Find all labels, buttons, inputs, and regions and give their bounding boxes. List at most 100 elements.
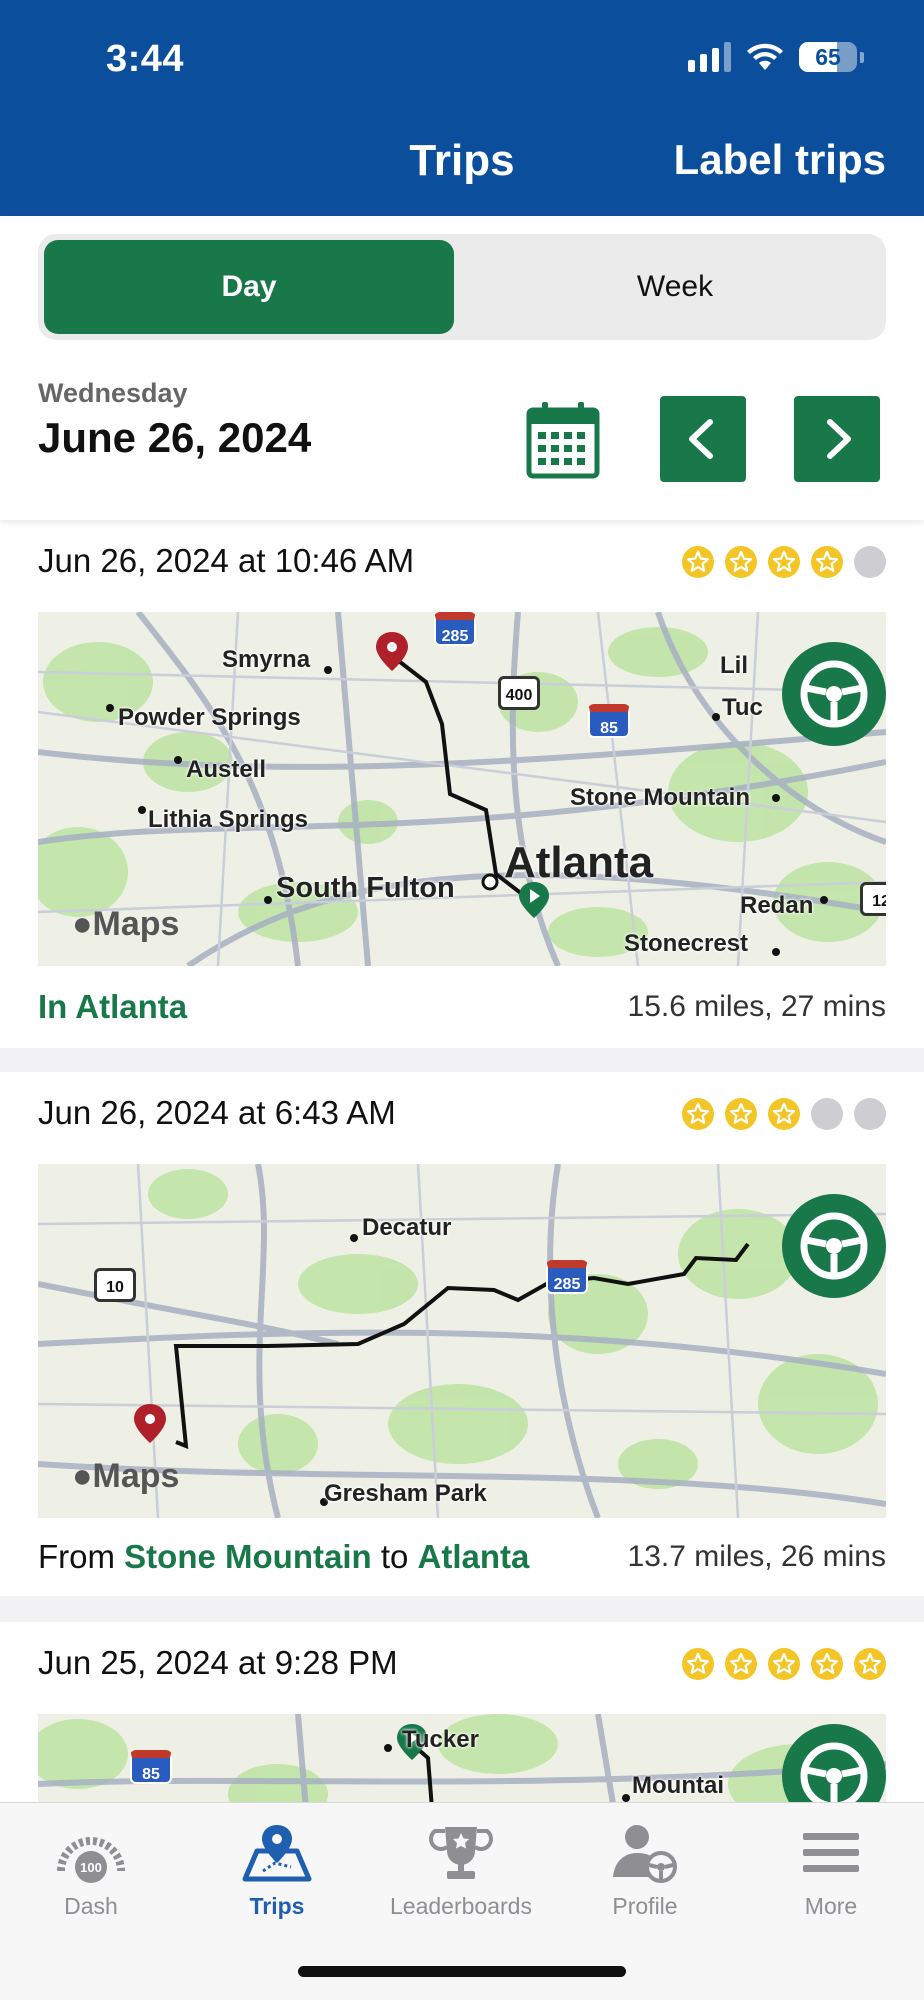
map-label-south-fulton: South Fulton	[276, 872, 455, 904]
trip-from-word: From	[38, 1538, 115, 1575]
wifi-icon	[747, 43, 783, 70]
star-filled-icon	[682, 1648, 714, 1680]
battery-percentage: 65	[815, 44, 841, 70]
apple-maps-logo: ●Maps	[72, 905, 180, 943]
trip-to-place: Atlanta	[417, 1538, 530, 1575]
day-week-segmented-control: Day Week	[38, 234, 886, 340]
trip-map[interactable]: 10 285 Decatur Gresham Park ●Maps	[38, 1164, 886, 1518]
star-filled-icon	[768, 1648, 800, 1680]
route-400-shield: 400	[498, 676, 540, 710]
trip-map[interactable]: 85 Tucker Mountai	[38, 1714, 886, 1802]
route-10-shield: 10	[94, 1268, 136, 1302]
interstate-85-shield: 85	[588, 704, 630, 738]
trip-card[interactable]: Jun 26, 2024 at 10:46 AM 285 400 85 12 S…	[0, 520, 924, 1048]
apple-logo-icon: ●	[72, 905, 93, 943]
star-filled-icon	[854, 1648, 886, 1680]
trip-card[interactable]: Jun 26, 2024 at 6:43 AM 10 285 Decatur G…	[0, 1072, 924, 1596]
map-label-atlanta: Atlanta	[504, 838, 654, 887]
tab-trips[interactable]: Trips	[202, 1821, 352, 1920]
trip-from-place: Stone Mountain	[124, 1538, 372, 1575]
tab-leaderboards[interactable]: Leaderboards	[386, 1821, 536, 1920]
trip-card[interactable]: Jun 25, 2024 at 9:28 PM 85 Tucker Mounta…	[0, 1622, 924, 1802]
status-time: 3:44	[106, 38, 185, 80]
star-filled-icon	[682, 546, 714, 578]
star-empty-icon	[854, 546, 886, 578]
steering-wheel-button[interactable]	[782, 1194, 886, 1298]
interstate-285-shield: 285	[434, 612, 476, 646]
trip-place: In Atlanta	[38, 988, 188, 1025]
date-controls: Day Week Wednesday June 26, 2024	[0, 216, 924, 520]
star-filled-icon	[682, 1098, 714, 1130]
app-header: 3:44 65 Trips Label trips	[0, 0, 924, 216]
svg-text:100: 100	[80, 1860, 102, 1875]
previous-day-button[interactable]	[660, 396, 746, 482]
steering-wheel-button[interactable]	[782, 642, 886, 746]
map-label-powder-springs: Powder Springs	[118, 704, 301, 731]
star-filled-icon	[725, 1098, 757, 1130]
trip-datetime: Jun 25, 2024 at 9:28 PM	[38, 1644, 398, 1681]
trip-location: From Stone Mountain to Atlanta	[38, 1538, 529, 1576]
map-label-smyrna: Smyrna	[222, 646, 311, 673]
map-label-stonecrest: Stonecrest	[624, 930, 749, 957]
steering-wheel-icon	[800, 1212, 868, 1280]
route-12-shield: 12	[860, 882, 886, 916]
chevron-right-icon	[827, 419, 851, 459]
tab-leaderboards-label: Leaderboards	[390, 1893, 532, 1919]
steering-wheel-icon	[800, 1742, 868, 1802]
chevron-left-icon	[689, 419, 713, 459]
interstate-85-shield: 85	[130, 1750, 172, 1784]
map-label-stone-mountain: Stone Mountain	[570, 784, 750, 811]
map-label-gresham-park: Gresham Park	[324, 1480, 487, 1507]
trip-rating	[682, 546, 886, 578]
steering-wheel-button[interactable]	[782, 1724, 886, 1802]
trophy-icon	[429, 1827, 493, 1879]
star-filled-icon	[811, 1648, 843, 1680]
status-icons: 65	[688, 42, 864, 72]
battery-tip	[860, 51, 864, 63]
map-label-tucker: Tucker	[402, 1726, 479, 1753]
trip-map[interactable]: 285 400 85 12 Smyrna Powder Springs Aust…	[38, 612, 886, 966]
star-filled-icon	[811, 546, 843, 578]
segment-day[interactable]: Day	[44, 240, 454, 334]
dash-gauge-icon: 100	[57, 1837, 125, 1883]
map-label-decatur: Decatur	[362, 1214, 452, 1241]
tab-more-label: More	[804, 1893, 858, 1919]
star-empty-icon	[854, 1098, 886, 1130]
segment-week[interactable]: Week	[470, 240, 880, 334]
tab-more[interactable]: More	[756, 1821, 906, 1920]
star-filled-icon	[725, 546, 757, 578]
trips-map-icon	[242, 1825, 312, 1882]
tab-profile[interactable]: Profile	[570, 1821, 720, 1920]
trip-distance: 13.7 miles, 26 mins	[627, 1540, 886, 1573]
calendar-icon[interactable]	[526, 400, 600, 480]
label-trips-button[interactable]: Label trips	[674, 136, 886, 184]
star-filled-icon	[725, 1648, 757, 1680]
steering-wheel-icon	[800, 660, 868, 728]
trip-rating	[682, 1648, 886, 1680]
apple-maps-logo: ●Maps	[72, 1457, 180, 1495]
battery-icon: 65	[799, 42, 857, 72]
star-filled-icon	[768, 1098, 800, 1130]
trip-datetime: Jun 26, 2024 at 10:46 AM	[38, 542, 415, 579]
home-indicator[interactable]	[298, 1966, 626, 1977]
trip-datetime: Jun 26, 2024 at 6:43 AM	[38, 1094, 396, 1131]
trip-location: In Atlanta	[38, 988, 187, 1026]
map-label-tuc: Tuc	[722, 694, 763, 721]
tab-dash-label: Dash	[64, 1893, 118, 1919]
next-day-button[interactable]	[794, 396, 880, 482]
star-empty-icon	[811, 1098, 843, 1130]
map-label-lil: Lil	[720, 652, 748, 679]
trip-distance: 15.6 miles, 27 mins	[627, 990, 886, 1023]
map-label-lithia-springs: Lithia Springs	[148, 806, 309, 833]
trip-rating	[682, 1098, 886, 1130]
tab-trips-label: Trips	[249, 1893, 305, 1919]
interstate-285-shield: 285	[546, 1260, 588, 1294]
cellular-signal-icon	[688, 42, 731, 72]
weekday-label: Wednesday	[38, 378, 188, 408]
trip-to-word: to	[380, 1538, 409, 1575]
star-filled-icon	[768, 546, 800, 578]
profile-wheel-icon	[613, 1825, 677, 1883]
map-label-mountain: Mountai	[632, 1772, 724, 1799]
tab-dash[interactable]: 100 Dash	[16, 1821, 166, 1920]
map-label-austell: Austell	[186, 756, 267, 783]
